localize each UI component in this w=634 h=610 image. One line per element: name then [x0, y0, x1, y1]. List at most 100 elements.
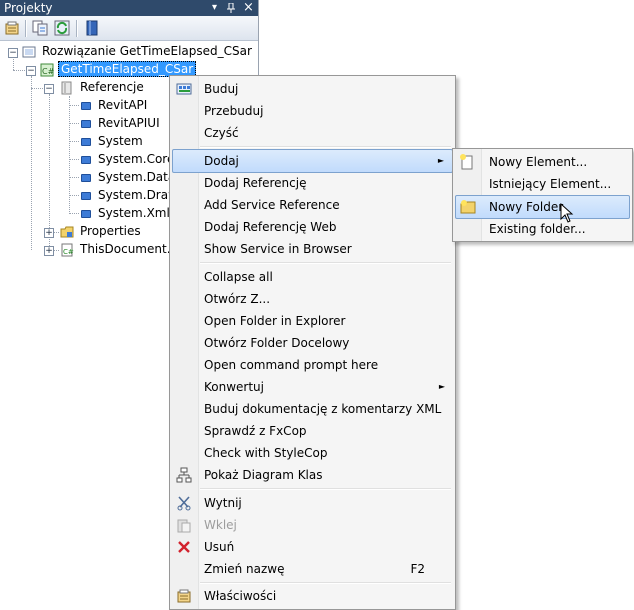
menu-item-open-target-folder[interactable]: Otwórz Folder Docelowy [172, 332, 453, 354]
menu-item-clean[interactable]: Czyść [172, 122, 453, 144]
menu-item-label: Check with StyleCop [204, 446, 328, 460]
menu-item-label: Add Service Reference [204, 198, 340, 212]
context-menu: Buduj Przebuduj Czyść Dodaj ► Dodaj Refe… [169, 75, 456, 610]
panel-title: Projekty [4, 1, 53, 15]
menu-separator [200, 582, 451, 584]
toolbar-separator [25, 20, 27, 37]
refresh-icon[interactable] [54, 20, 70, 36]
tree-line [31, 88, 45, 89]
thisdocument-expander[interactable]: + [44, 246, 54, 256]
references-folder-icon [61, 81, 72, 95]
tree-line [49, 94, 50, 250]
tree-line [69, 96, 70, 214]
menu-item-add-web-reference[interactable]: Dodaj Referencję Web [172, 216, 453, 238]
svg-text:C#: C# [42, 67, 54, 76]
submenu-item-existing-folder[interactable]: Existing folder... [455, 218, 630, 240]
menu-item-label: Otwórz Folder Docelowy [204, 336, 350, 350]
menu-item-label: Dodaj Referencję Web [204, 220, 337, 234]
reference-icon [81, 120, 91, 128]
panel-title-bar[interactable]: Projekty ▾ × [0, 0, 258, 16]
solution-expander[interactable]: − [8, 48, 18, 58]
submenu-arrow-icon: ► [437, 156, 444, 165]
menu-item-add[interactable]: Dodaj ► [172, 149, 453, 173]
menu-item-open-cmd[interactable]: Open command prompt here [172, 354, 453, 376]
menu-item-show-service[interactable]: Show Service in Browser [172, 238, 453, 260]
tree-node-thisdocument[interactable]: ThisDocument.c [80, 241, 177, 258]
tree-line [13, 70, 27, 71]
show-all-files-icon[interactable] [32, 20, 48, 36]
tree-node-reference[interactable]: System.Xml [98, 205, 170, 222]
panel-toolbar [0, 16, 258, 41]
tree-node-reference[interactable]: System.Core [98, 151, 174, 168]
reference-icon [81, 192, 91, 200]
menu-item-label: Czyść [204, 126, 239, 140]
tree-line [69, 159, 79, 160]
class-diagram-icon [176, 467, 192, 483]
menu-item-cut[interactable]: Wytnij [172, 492, 453, 514]
tree-node-solution[interactable]: Rozwiązanie GetTimeElapsed_CSar [42, 43, 252, 60]
tree-node-references[interactable]: Referencje [80, 79, 144, 96]
menu-item-collapse-all[interactable]: Collapse all [172, 266, 453, 288]
menu-item-label: Sprawdź z FxCop [204, 424, 307, 438]
menu-item-label: Otwórz Z... [204, 292, 271, 306]
menu-item-fxcop[interactable]: Sprawdź z FxCop [172, 420, 453, 442]
csharp-project-icon: C# [40, 63, 54, 77]
menu-item-label: Wklej [204, 518, 237, 532]
cut-icon [177, 496, 191, 511]
menu-item-label: Zmień nazwę [204, 562, 285, 576]
tree-node-reference[interactable]: System [98, 133, 143, 150]
menu-item-label: Pokaż Diagram Klas [204, 468, 323, 482]
menu-item-remove[interactable]: Usuń [172, 536, 453, 558]
class-view-icon[interactable] [84, 20, 100, 36]
menu-item-class-diagram[interactable]: Pokaż Diagram Klas [172, 464, 453, 486]
menu-item-label: Istniejący Element... [489, 177, 612, 191]
new-folder-icon [460, 200, 476, 214]
csharp-file-icon: C# [61, 243, 74, 257]
submenu-item-new-folder[interactable]: Nowy Folder [455, 195, 630, 219]
close-icon[interactable]: × [243, 0, 254, 16]
tree-node-properties[interactable]: Properties [80, 223, 141, 240]
menu-item-add-service-reference[interactable]: Add Service Reference [172, 194, 453, 216]
menu-item-label: Buduj dokumentację z komentarzy XML [204, 402, 442, 416]
menu-item-stylecop[interactable]: Check with StyleCop [172, 442, 453, 464]
build-icon [176, 83, 192, 95]
menu-item-label: Nowy Folder [489, 200, 564, 214]
menu-item-open-folder-explorer[interactable]: Open Folder in Explorer [172, 310, 453, 332]
properties-expander[interactable]: + [44, 228, 54, 238]
menu-item-properties[interactable]: Właściwości [172, 585, 453, 607]
reference-icon [81, 138, 91, 146]
properties-icon [177, 589, 191, 603]
reference-icon [81, 156, 91, 164]
reference-icon [81, 102, 91, 110]
menu-item-paste[interactable]: Wklej [172, 514, 453, 536]
submenu-item-existing-item[interactable]: Istniejący Element... [455, 173, 630, 195]
menu-separator [200, 488, 451, 490]
menu-item-rebuild[interactable]: Przebuduj [172, 100, 453, 122]
menu-item-label: Buduj [204, 82, 239, 96]
menu-item-label: Konwertuj [204, 380, 264, 394]
menu-item-label: Collapse all [204, 270, 273, 284]
tree-line [69, 141, 79, 142]
menu-item-build-docs[interactable]: Buduj dokumentację z komentarzy XML [172, 398, 453, 420]
remove-icon [178, 541, 190, 553]
reference-icon [81, 210, 91, 218]
menu-item-build[interactable]: Buduj [172, 78, 453, 100]
tree-node-reference[interactable]: RevitAPI [98, 97, 147, 114]
properties-icon[interactable] [4, 20, 20, 36]
menu-item-add-reference[interactable]: Dodaj Referencję [172, 172, 453, 194]
submenu-arrow-icon: ► [438, 382, 445, 391]
tree-node-reference[interactable]: System.Draw [98, 187, 178, 204]
menu-item-shortcut: F2 [410, 562, 425, 576]
menu-item-label: Open Folder in Explorer [204, 314, 346, 328]
references-expander[interactable]: − [44, 84, 54, 94]
menu-item-convert[interactable]: Konwertuj ► [172, 376, 453, 398]
window-position-dropdown-icon[interactable]: ▾ [212, 0, 217, 16]
menu-item-rename[interactable]: Zmień nazwę F2 [172, 558, 453, 580]
menu-item-open-with[interactable]: Otwórz Z... [172, 288, 453, 310]
menu-separator [200, 146, 451, 148]
tree-node-reference[interactable]: System.Data [98, 169, 175, 186]
menu-item-label: Nowy Element... [489, 155, 588, 169]
submenu-item-new-item[interactable]: Nowy Element... [455, 151, 630, 173]
tree-node-reference[interactable]: RevitAPIUI [98, 115, 160, 132]
project-expander[interactable]: − [26, 66, 36, 76]
